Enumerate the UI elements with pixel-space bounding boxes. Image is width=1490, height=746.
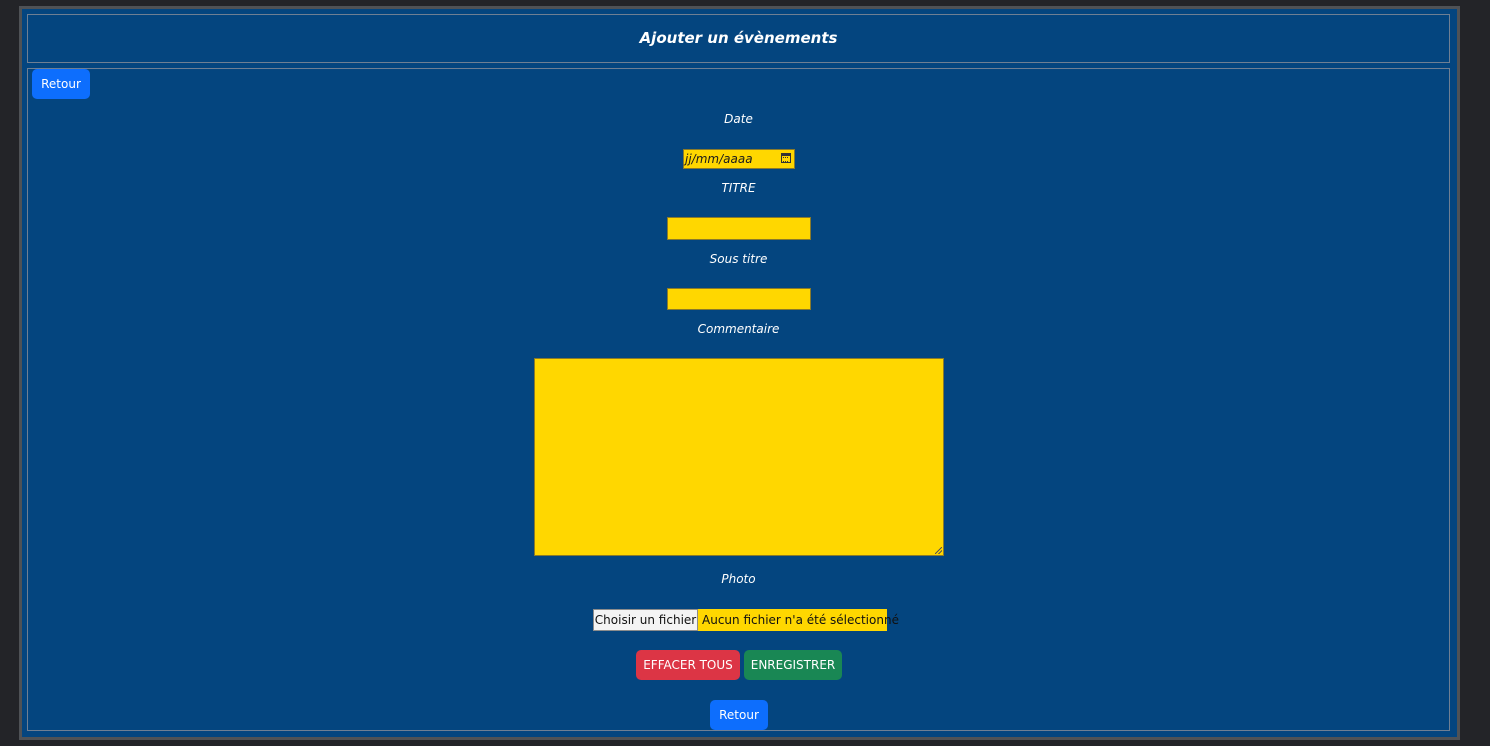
photo-file-input[interactable]: Choisir un fichier Aucun fichier n'a été… (593, 609, 899, 631)
back-button-top[interactable]: Retour (32, 69, 90, 99)
date-input[interactable]: jj/mm/aaaa (683, 149, 795, 169)
clear-all-button[interactable]: EFFACER TOUS (636, 650, 740, 680)
page-frame: Ajouter un évènements Retour Date jj/mm/… (19, 6, 1460, 740)
back-button-bottom[interactable]: Retour (710, 700, 768, 730)
page-title: Ajouter un évènements (639, 29, 838, 47)
titre-input[interactable] (667, 217, 811, 240)
file-status-text: Aucun fichier n'a été sélectionné (702, 613, 899, 627)
commentaire-label: Commentaire (697, 322, 780, 336)
sous-titre-input[interactable] (667, 288, 811, 310)
photo-label: Photo (721, 572, 756, 586)
form-panel: Retour Date jj/mm/aaaa TITRE Sous titre … (27, 68, 1450, 731)
sous-titre-label: Sous titre (709, 252, 768, 266)
titre-label: TITRE (721, 181, 756, 195)
date-placeholder: jj/mm/aaaa (685, 152, 753, 166)
choose-file-button[interactable]: Choisir un fichier (593, 609, 698, 631)
date-label: Date (724, 112, 753, 126)
save-button[interactable]: ENREGISTRER (744, 650, 842, 680)
commentaire-textarea[interactable] (534, 358, 944, 556)
header: Ajouter un évènements (27, 14, 1450, 63)
resize-grip-icon[interactable] (935, 547, 942, 554)
calendar-icon[interactable] (781, 153, 791, 163)
